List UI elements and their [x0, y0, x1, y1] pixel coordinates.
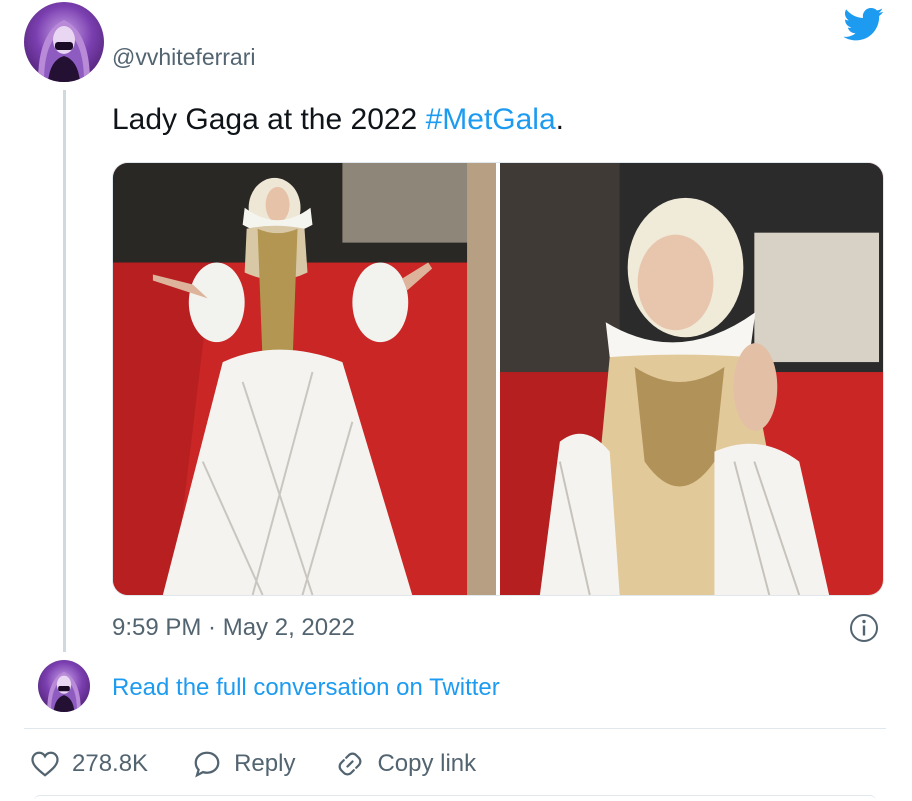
hashtag-link[interactable]: #MetGala: [426, 103, 556, 136]
author-avatar[interactable]: [24, 2, 104, 82]
author-username[interactable]: @vvhiteferrari: [112, 44, 256, 71]
card-bottom-edge: [34, 795, 876, 801]
tweet-timestamp[interactable]: 9:59 PM · May 2, 2022: [112, 614, 355, 642]
reply-button[interactable]: Reply: [192, 749, 295, 779]
copy-link-button[interactable]: Copy link: [335, 749, 476, 779]
like-count: 278.8K: [72, 750, 149, 777]
like-button[interactable]: 278.8K: [30, 749, 148, 779]
heart-icon: [31, 751, 59, 777]
divider: [24, 728, 886, 729]
read-full-conversation-link[interactable]: Read the full conversation on Twitter: [112, 674, 500, 702]
speech-bubble-icon: [194, 751, 220, 778]
author-avatar-small[interactable]: [38, 660, 90, 712]
action-bar: 278.8K Reply Copy link: [30, 744, 476, 784]
tweet-text-end: .: [555, 103, 565, 136]
link-icon: [338, 752, 362, 776]
tweet-text: Lady Gaga at the 2022 #MetGala.: [112, 103, 564, 137]
photo-full-length-red-carpet[interactable]: [113, 163, 496, 595]
reply-label: Reply: [234, 750, 296, 777]
tweet-text-body: Lady Gaga at the 2022: [112, 103, 426, 136]
copy-link-label: Copy link: [377, 750, 477, 777]
tweet-media: [112, 162, 884, 596]
info-icon[interactable]: [848, 612, 880, 644]
photo-close-up-red-carpet[interactable]: [500, 163, 883, 595]
thread-line: [63, 90, 66, 652]
twitter-bird-icon[interactable]: [843, 4, 884, 41]
